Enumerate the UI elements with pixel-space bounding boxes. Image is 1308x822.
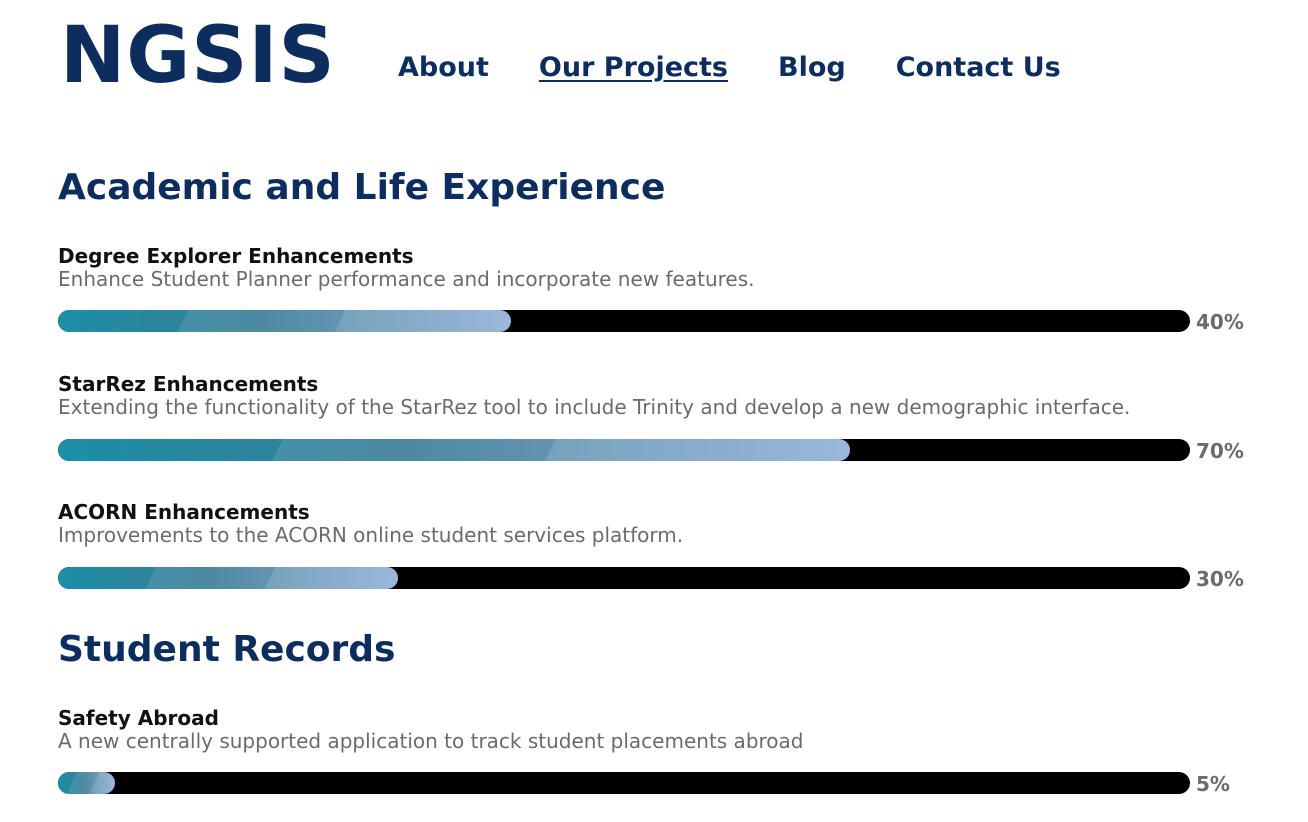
progress-percent: 40%: [1196, 310, 1244, 334]
progress-fill: [58, 439, 850, 461]
nav-about[interactable]: About: [398, 50, 489, 86]
nav-contact-us[interactable]: Contact Us: [896, 50, 1061, 86]
progress-fill: [58, 567, 398, 589]
project-name: Safety Abroad: [58, 706, 219, 730]
project-acorn: ACORN Enhancements Improvements to the A…: [58, 500, 1258, 591]
progress-bar: 30%: [58, 565, 1258, 591]
progress-bar: 40%: [58, 308, 1258, 334]
project-safety-abroad: Safety Abroad A new centrally supported …: [58, 706, 1258, 796]
progress-track: [58, 310, 1190, 332]
progress-bar: 5%: [58, 770, 1258, 796]
project-description: Enhance Student Planner performance and …: [58, 267, 755, 291]
section-title-student-records: Student Records: [58, 629, 396, 670]
project-degree-explorer: Degree Explorer Enhancements Enhance Stu…: [58, 244, 1258, 334]
project-name: StarRez Enhancements: [58, 372, 319, 396]
nav-blog[interactable]: Blog: [778, 50, 846, 86]
nav-our-projects[interactable]: Our Projects: [539, 50, 728, 86]
section-title-academic: Academic and Life Experience: [58, 167, 666, 208]
project-starrez: StarRez Enhancements Extending the funct…: [58, 372, 1258, 463]
progress-track: [58, 567, 1190, 589]
progress-fill: [58, 772, 115, 794]
page: NGSIS About Our Projects Blog Contact Us…: [0, 0, 1308, 822]
progress-track: [58, 439, 1190, 461]
project-description: Improvements to the ACORN online student…: [58, 523, 684, 547]
project-name: ACORN Enhancements: [58, 500, 310, 524]
progress-bar: 70%: [58, 437, 1258, 463]
progress-percent: 70%: [1196, 439, 1244, 463]
progress-percent: 5%: [1196, 772, 1230, 796]
progress-fill: [58, 310, 511, 332]
project-description: Extending the functionality of the StarR…: [58, 395, 1131, 419]
progress-track: [58, 772, 1190, 794]
main-nav: About Our Projects Blog Contact Us: [398, 50, 1061, 86]
project-name: Degree Explorer Enhancements: [58, 244, 414, 268]
progress-percent: 30%: [1196, 567, 1244, 591]
site-logo[interactable]: NGSIS: [60, 6, 336, 106]
project-description: A new centrally supported application to…: [58, 729, 804, 753]
